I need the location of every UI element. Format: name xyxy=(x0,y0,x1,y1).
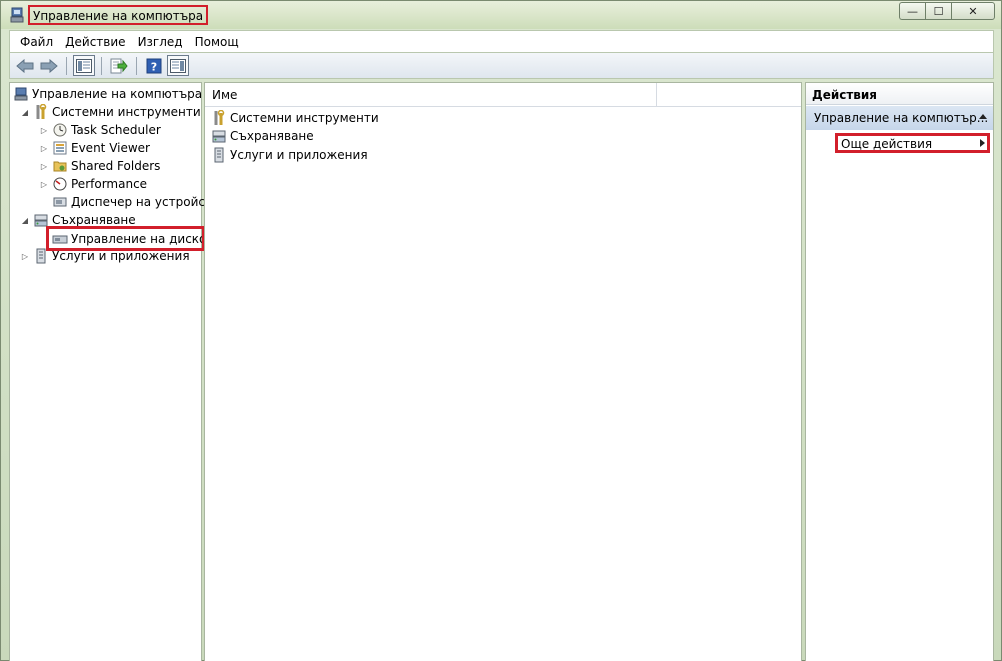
toolbar-separator xyxy=(66,56,67,75)
tree-item-label: Event Viewer xyxy=(71,141,150,155)
tree-item-shared-folders[interactable]: ▷ Shared Folders xyxy=(39,157,160,175)
toolbar-separator xyxy=(101,56,102,75)
results-pane: Име Системни инструменти Съхраняване Усл… xyxy=(204,82,802,661)
tree-item-label: Услуги и приложения xyxy=(52,249,190,263)
tree-item-label: Performance xyxy=(71,177,148,191)
tree-item-label: Управление на компютъра (л xyxy=(32,87,219,101)
console-tree-pane: Управление на компютъра (л ◢ Системни ин… xyxy=(9,82,218,661)
expand-arrow-icon[interactable]: ▷ xyxy=(39,161,49,171)
menu-file[interactable]: Файл xyxy=(14,32,59,52)
list-item[interactable]: Услуги и приложения xyxy=(211,146,368,164)
list-item[interactable]: Съхраняване xyxy=(211,127,314,145)
expand-arrow-icon[interactable]: ▷ xyxy=(39,179,49,189)
list-item-label: Съхраняване xyxy=(230,129,314,143)
forward-arrow-icon[interactable] xyxy=(38,55,60,76)
title-bar[interactable]: Управление на компютъра — ☐ ✕ xyxy=(1,1,1001,29)
list-item-label: Услуги и приложения xyxy=(230,148,368,162)
menu-bar: Файл Действие Изглед Помощ xyxy=(9,30,994,52)
computer-management-window: Управление на компютъра — ☐ ✕ Файл Дейст… xyxy=(0,0,1002,661)
tree-item-label: Task Scheduler xyxy=(71,123,161,137)
tree-item-task-scheduler[interactable]: ▷ Task Scheduler xyxy=(39,121,161,139)
tools-icon xyxy=(211,110,227,126)
device-manager-icon xyxy=(52,194,68,210)
show-hide-console-tree-icon[interactable] xyxy=(73,55,95,76)
show-hide-action-pane-icon[interactable] xyxy=(167,55,189,76)
export-list-icon[interactable] xyxy=(108,55,130,76)
minimize-button[interactable]: — xyxy=(899,2,925,20)
actions-header: Действия xyxy=(806,83,993,105)
svg-text:?: ? xyxy=(151,60,157,73)
list-item-label: Системни инструменти xyxy=(230,111,379,125)
tools-icon xyxy=(33,104,49,120)
tree-item-system-tools[interactable]: ◢ Системни инструменти xyxy=(20,103,201,121)
tree-item-services-apps[interactable]: ▷ Услуги и приложения xyxy=(20,247,190,265)
toolbar: ? xyxy=(9,52,994,79)
window-title: Управление на компютъра xyxy=(28,5,209,25)
help-icon[interactable]: ? xyxy=(143,55,165,76)
tree-item-root[interactable]: Управление на компютъра (л xyxy=(13,85,218,103)
expand-arrow-icon[interactable]: ▷ xyxy=(39,125,49,135)
window-controls: — ☐ ✕ xyxy=(899,2,995,21)
services-icon xyxy=(211,147,227,163)
performance-gauge-icon xyxy=(52,176,68,192)
menu-help[interactable]: Помощ xyxy=(189,32,245,52)
expand-arrow-icon[interactable]: ▷ xyxy=(39,143,49,153)
menu-view[interactable]: Изглед xyxy=(132,32,189,52)
close-button[interactable]: ✕ xyxy=(951,2,995,20)
tree-item-label: Shared Folders xyxy=(71,159,161,173)
tree-item-label: Системни инструменти xyxy=(52,105,201,119)
disk-management-icon xyxy=(52,231,68,247)
more-actions-item[interactable]: Още действия xyxy=(835,133,990,153)
list-header: Име xyxy=(205,83,801,107)
computer-management-icon xyxy=(9,7,25,23)
clock-icon xyxy=(52,122,68,138)
storage-icon xyxy=(211,128,227,144)
shared-folder-icon xyxy=(52,158,68,174)
event-viewer-icon xyxy=(52,140,68,156)
tree-item-event-viewer[interactable]: ▷ Event Viewer xyxy=(39,139,150,157)
tree-item-disk-management[interactable]: Управление на дисков xyxy=(46,226,205,251)
back-arrow-icon[interactable] xyxy=(14,55,36,76)
column-header-name[interactable]: Име xyxy=(205,83,657,106)
actions-section-computer-management[interactable]: Управление на компютър... xyxy=(806,106,993,130)
maximize-button[interactable]: ☐ xyxy=(925,2,951,20)
storage-icon xyxy=(33,212,49,228)
collapse-arrow-icon[interactable]: ◢ xyxy=(20,107,30,117)
computer-management-icon xyxy=(13,86,29,102)
menu-action[interactable]: Действие xyxy=(59,32,131,52)
collapse-triangle-icon[interactable] xyxy=(979,114,987,119)
tree-item-storage[interactable]: ◢ Съхраняване xyxy=(20,211,136,229)
actions-pane: Действия Управление на компютър... Още д… xyxy=(805,82,994,661)
tree-item-label: Диспечер на устройст xyxy=(71,195,212,209)
submenu-arrow-icon xyxy=(980,139,985,147)
tree-item-label: Управление на дисков xyxy=(71,231,203,246)
tree-item-label: Съхраняване xyxy=(52,213,136,227)
services-icon xyxy=(33,248,49,264)
tree-item-performance[interactable]: ▷ Performance xyxy=(39,175,147,193)
more-actions-label: Още действия xyxy=(841,137,933,151)
tree-item-device-manager[interactable]: Диспечер на устройст xyxy=(52,193,212,211)
collapse-arrow-icon[interactable]: ◢ xyxy=(20,215,30,225)
actions-section-label: Управление на компютър... xyxy=(814,111,989,125)
expand-arrow-icon[interactable]: ▷ xyxy=(20,251,30,261)
toolbar-separator xyxy=(136,56,137,75)
list-item[interactable]: Системни инструменти xyxy=(211,109,379,127)
